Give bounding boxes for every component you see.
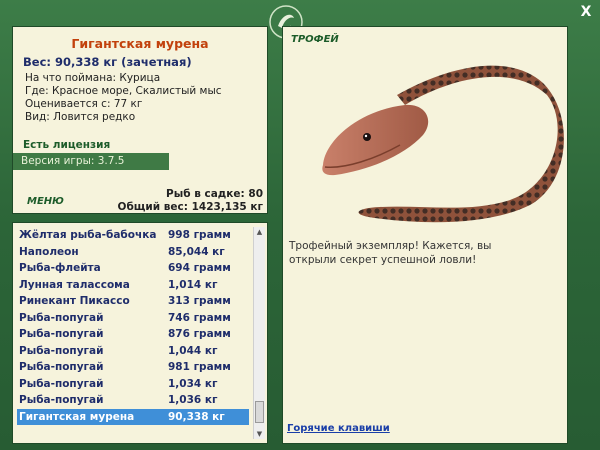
fish-info-panel: Гигантская мурена Вес: 90,338 кг (зачетн… <box>12 26 268 214</box>
fish-value: Оценивается с: 77 кг <box>25 98 143 110</box>
moray-eel-image <box>322 65 564 223</box>
total-weight: Общий вес: 1423,135 кг <box>117 201 263 213</box>
catch-fish-name: Рыба-попугай <box>19 311 104 324</box>
fish-weight: Вес: 90,338 кг (зачетная) <box>23 55 192 69</box>
catch-list-row[interactable]: Рыба-попугай 1,034 кг <box>17 376 249 393</box>
catch-list-row[interactable]: Рыба-попугай 1,036 кг <box>17 392 249 409</box>
catch-fish-weight: 746 грамм <box>168 311 231 324</box>
catch-list-row[interactable]: Ринекант Пикассо 313 грамм <box>17 293 249 310</box>
catch-list-row[interactable]: Рыба-флейта 694 грамм <box>17 260 249 277</box>
catch-fish-weight: 313 грамм <box>168 295 231 307</box>
catch-fish-weight: 85,044 кг <box>168 245 225 258</box>
catch-fish-name: Лунная талассома <box>19 278 130 291</box>
fish-kind: Вид: Ловится редко <box>25 111 136 123</box>
catch-list-row[interactable]: Лунная талассома 1,014 кг <box>17 277 249 294</box>
scroll-thumb[interactable] <box>255 401 264 423</box>
catch-fish-name: Наполеон <box>19 245 79 258</box>
close-icon[interactable]: X <box>578 4 594 20</box>
keepnet-stats: Рыб в садке: 80 Общий вес: 1423,135 кг <box>118 188 263 214</box>
catch-fish-weight: 998 грамм <box>168 229 231 241</box>
catch-list-row[interactable]: Наполеон 85,044 кг <box>17 244 249 261</box>
menu-button[interactable]: МЕНЮ <box>27 196 64 207</box>
catch-list: Жёлтая рыба-бабочка 998 грамм Наполеон 85,0… <box>17 227 249 425</box>
catch-fish-weight: 90,338 кг <box>168 410 225 423</box>
catch-list-row[interactable]: Гигантская мурена 90,338 кг <box>17 408 249 425</box>
catch-fish-weight: 1,044 кг <box>168 344 218 357</box>
catch-fish-weight: 1,034 кг <box>168 377 218 390</box>
catch-fish-name: Ринекант Пикассо <box>19 295 130 307</box>
catch-list-row[interactable]: Рыба-попугай 746 грамм <box>17 310 249 327</box>
fish-bait: На что поймана: Курица <box>25 72 161 84</box>
catch-list-row[interactable]: Рыба-попугай 981 грамм <box>17 359 249 376</box>
version-bar: Версия игры: 3.7.5 <box>13 153 169 170</box>
catch-list-row[interactable]: Рыба-попугай 876 грамм <box>17 326 249 343</box>
catch-fish-name: Жёлтая рыба-бабочка <box>19 229 157 241</box>
trophy-label: ТРОФЕЙ <box>291 34 339 45</box>
fish-name: Гигантская мурена <box>71 36 209 51</box>
scroll-up-icon[interactable]: ▲ <box>254 227 265 237</box>
catch-fish-weight: 876 грамм <box>168 328 231 340</box>
fish-location: Где: Красное море, Скалистый мыс <box>25 85 222 97</box>
catch-list-row[interactable]: Рыба-попугай 1,044 кг <box>17 343 249 360</box>
catch-fish-name: Рыба-попугай <box>19 328 104 340</box>
catch-list-row[interactable]: Жёлтая рыба-бабочка 998 грамм <box>17 227 249 244</box>
trophy-panel: ТРОФЕЙ Трофейный экземпляр! Кажется, вы … <box>282 26 568 444</box>
catch-fish-name: Рыба-попугай <box>19 344 104 357</box>
license-status: Есть лицензия <box>23 139 111 151</box>
catch-fish-weight: 981 грамм <box>168 361 231 373</box>
scroll-down-icon[interactable]: ▼ <box>254 429 265 439</box>
catch-fish-name: Рыба-попугай <box>19 377 104 390</box>
catch-fish-name: Гигантская мурена <box>19 410 135 423</box>
catch-fish-weight: 1,036 кг <box>168 394 218 406</box>
catch-fish-weight: 694 грамм <box>168 262 231 274</box>
fish-count: Рыб в садке: 80 <box>166 188 263 200</box>
catch-fish-name: Рыба-флейта <box>19 262 101 274</box>
catch-fish-name: Рыба-попугай <box>19 394 104 406</box>
catch-list-panel: Жёлтая рыба-бабочка 998 грамм Наполеон 85,0… <box>12 222 268 444</box>
hotkeys-link[interactable]: Горячие клавиши <box>287 423 390 434</box>
catch-list-scrollbar[interactable]: ▲ ▼ <box>253 227 265 439</box>
catch-fish-name: Рыба-попугай <box>19 361 104 373</box>
catch-fish-weight: 1,014 кг <box>168 278 218 291</box>
trophy-message: Трофейный экземпляр! Кажется, вы открыли… <box>289 240 492 266</box>
